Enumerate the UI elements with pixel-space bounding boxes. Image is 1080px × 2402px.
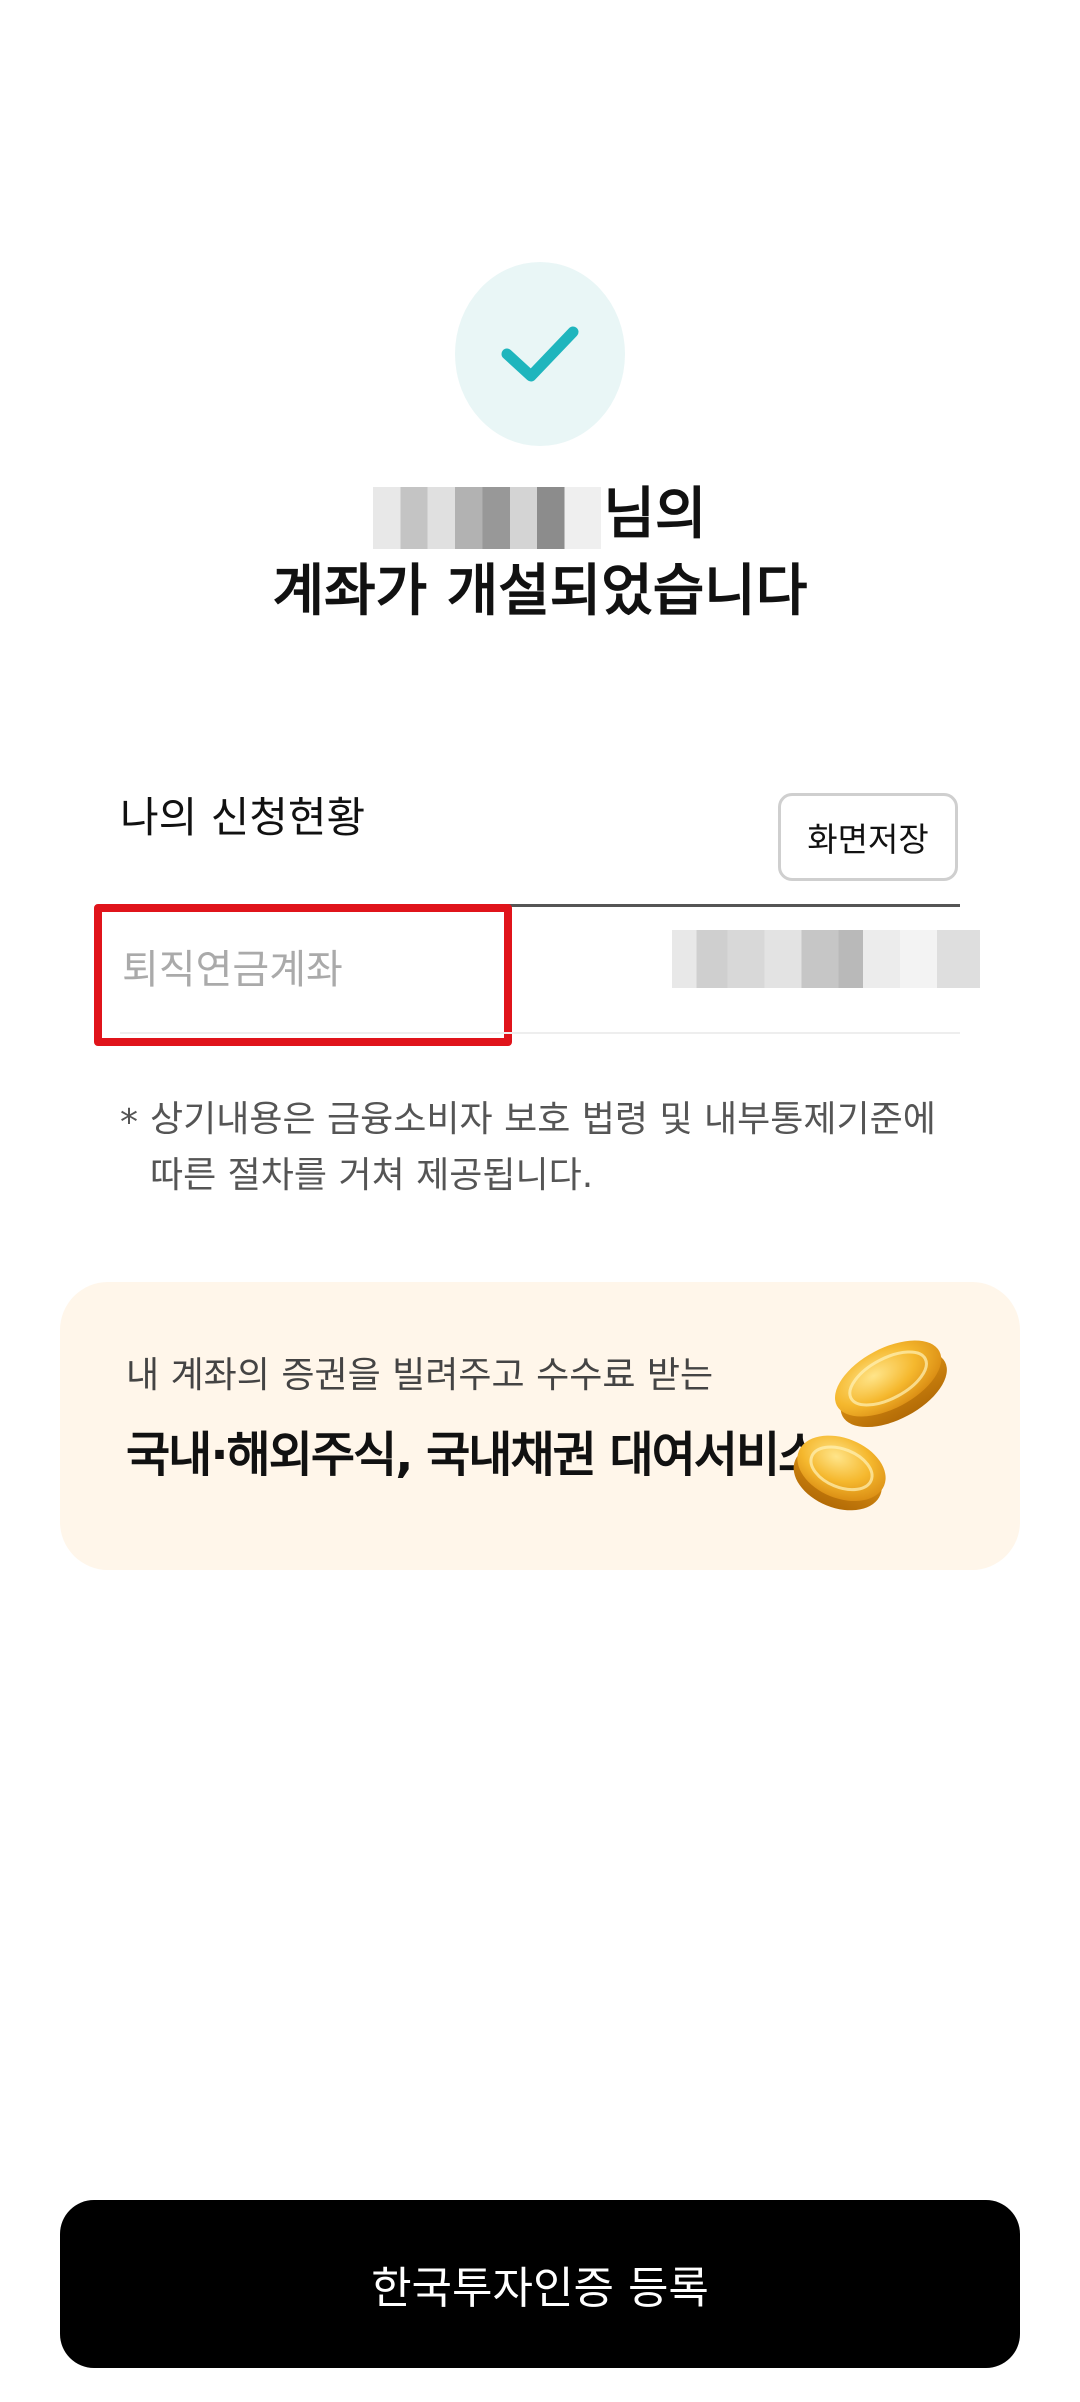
page-title-line2: 계좌가 개설되었습니다 [272,559,808,624]
row-divider [120,1032,960,1034]
account-type-highlight-box [94,904,512,1046]
success-check-badge [455,262,625,446]
page-title-line1: 님의 [0,470,1080,560]
disclaimer-asterisk: * [120,1102,138,1143]
masked-account-number [672,930,980,988]
title-suffix: 님의 [603,482,707,547]
masked-customer-name [373,486,602,549]
disclaimer-text: 상기내용은 금융소비자 보호 법령 및 내부통제기준에 따른 절차를 거쳐 제공… [150,1099,936,1196]
save-screen-button[interactable]: 화면저장 [778,793,958,881]
check-icon [501,326,579,382]
register-certificate-button[interactable]: 한국투자인증 등록 [60,2200,1020,2368]
banner-subtitle: 내 계좌의 증권을 빌려주고 수수료 받는 [126,1355,714,1396]
coins-icon [793,1340,947,1511]
application-status-label: 나의 신청현황 [120,793,366,842]
banner-title: 국내·해외주식, 국내채권 대여서비스 [126,1427,822,1483]
